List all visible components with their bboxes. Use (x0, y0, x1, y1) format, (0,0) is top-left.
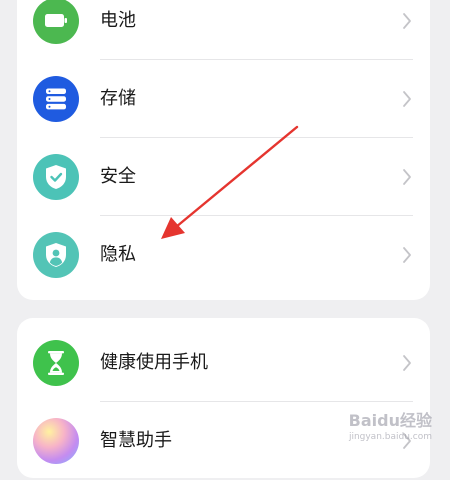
privacy-shield-icon (33, 232, 79, 278)
settings-item-digital-balance[interactable]: 健康使用手机 (17, 324, 430, 402)
settings-item-battery[interactable]: 电池 (17, 0, 430, 60)
smart-assistant-icon (33, 418, 79, 464)
settings-item-storage[interactable]: 存储 (17, 60, 430, 138)
settings-item-label: 安全 (100, 166, 136, 187)
storage-icon (33, 76, 79, 122)
settings-item-security[interactable]: 安全 (17, 138, 430, 216)
chevron-right-icon (403, 13, 411, 29)
watermark-sub: jingyan.baidu.com (348, 432, 432, 442)
settings-group-2: 健康使用手机 智慧助手 (17, 318, 430, 478)
settings-item-privacy[interactable]: 隐私 (17, 216, 430, 294)
watermark-text: Baidu经验 (348, 411, 432, 430)
chevron-right-icon (403, 91, 411, 107)
settings-group-1: 电池 存储 安全 隐私 (17, 0, 430, 300)
chevron-right-icon (403, 247, 411, 263)
chevron-right-icon (403, 169, 411, 185)
watermark: Baidu经验 jingyan.baidu.com (349, 407, 432, 442)
chevron-right-icon (403, 355, 411, 371)
settings-item-label: 智慧助手 (100, 430, 172, 451)
hourglass-icon (33, 340, 79, 386)
shield-check-icon (33, 154, 79, 200)
settings-item-label: 健康使用手机 (100, 352, 208, 373)
settings-item-label: 电池 (100, 10, 136, 31)
settings-item-label: 存储 (100, 88, 136, 109)
battery-icon (33, 0, 79, 44)
settings-item-label: 隐私 (100, 244, 136, 265)
